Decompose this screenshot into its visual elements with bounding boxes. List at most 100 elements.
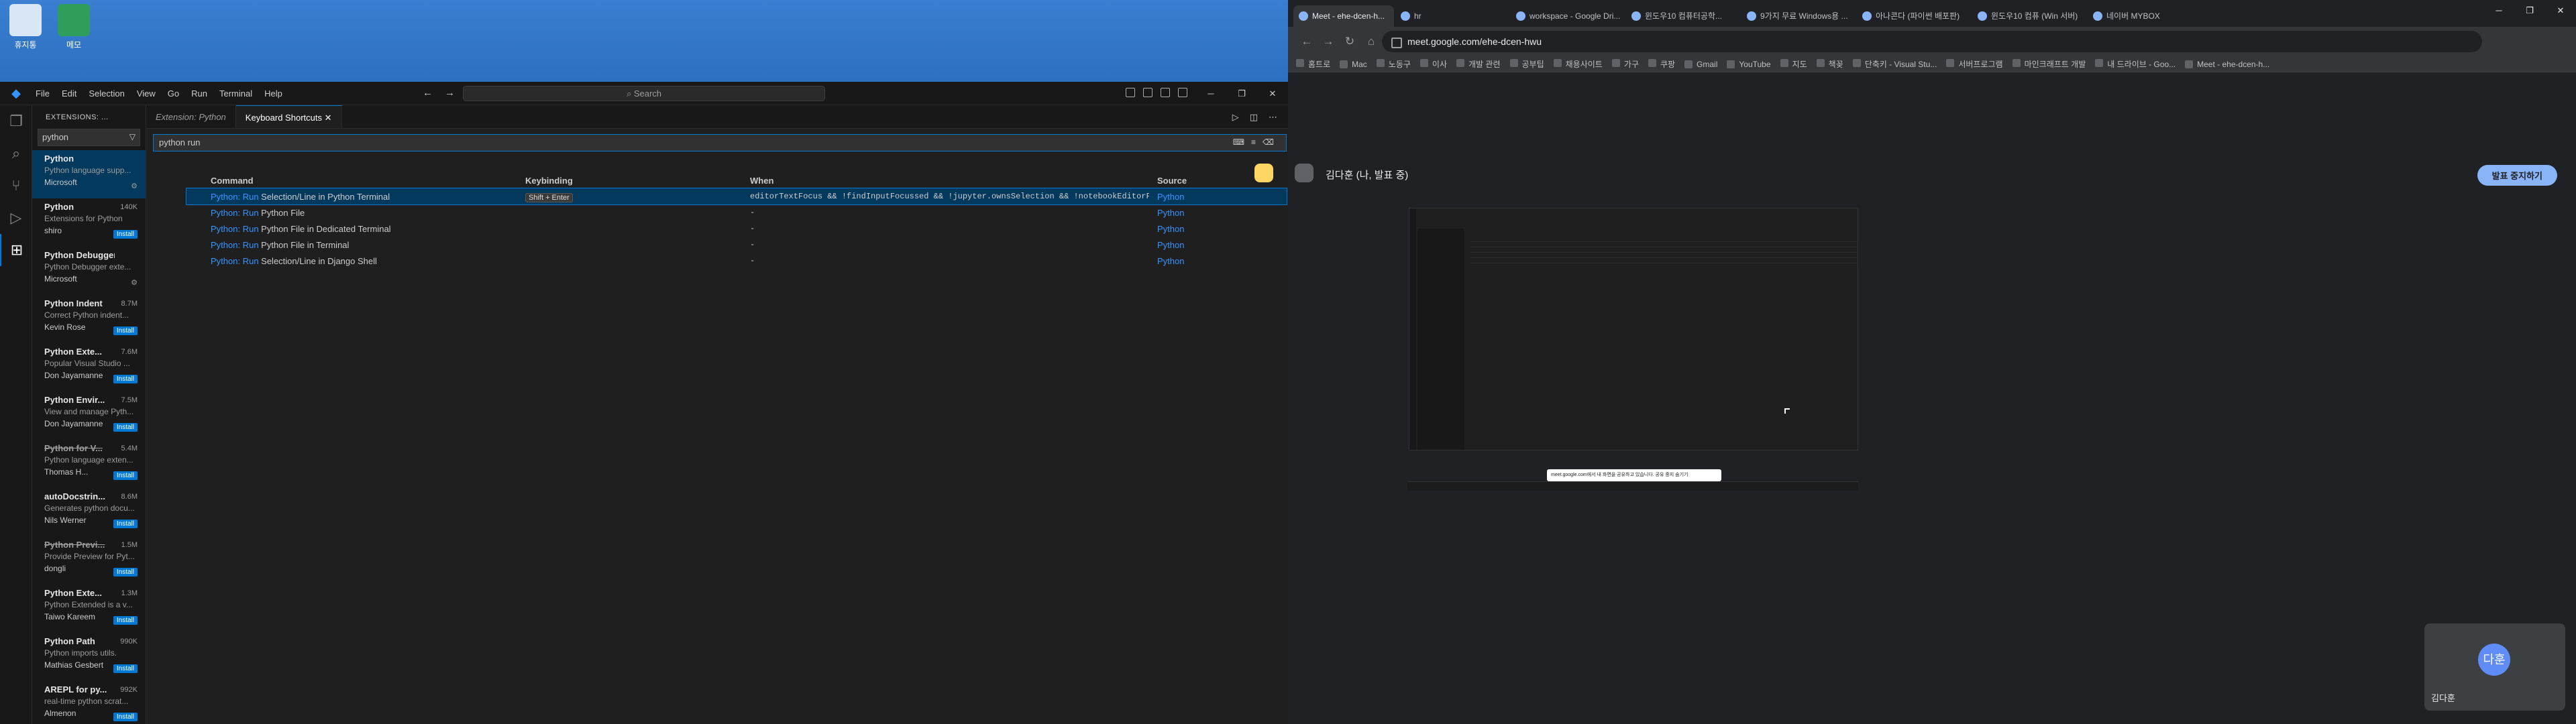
- nav-arrows[interactable]: ←→: [423, 87, 467, 99]
- extension-item[interactable]: Python Path Python imports utils. Mathia…: [32, 633, 146, 681]
- source-control-icon[interactable]: ⑂: [0, 170, 32, 202]
- col-keybinding[interactable]: Keybinding: [525, 176, 750, 186]
- filter-icon[interactable]: ▽: [129, 132, 136, 141]
- menu-go[interactable]: Go: [162, 88, 185, 99]
- extension-item[interactable]: Python Indent Correct Python indent... K…: [32, 295, 146, 343]
- home-icon[interactable]: ⌂: [1360, 35, 1382, 48]
- extension-item[interactable]: Python Envir... View and manage Pyth... …: [32, 391, 146, 440]
- menu-view[interactable]: View: [131, 88, 162, 99]
- run-icon[interactable]: ▷: [1232, 112, 1239, 123]
- menu-help[interactable]: Help: [258, 88, 288, 99]
- extension-item[interactable]: Python Exte... Python Extended is a v...…: [32, 585, 146, 633]
- minimize-icon[interactable]: ─: [2483, 0, 2514, 21]
- manage-gear-icon[interactable]: ⚙: [131, 182, 138, 190]
- browser-tab[interactable]: Meet - ehe-dcen-h...: [1293, 5, 1394, 27]
- manage-gear-icon[interactable]: ⚙: [131, 278, 138, 287]
- explorer-icon[interactable]: ❐: [0, 105, 32, 137]
- bookmark-item[interactable]: 공부팁: [1509, 58, 1544, 70]
- address-bar[interactable]: meet.google.com/ehe-dcen-hwu: [1382, 31, 2482, 52]
- install-button[interactable]: Install: [113, 664, 138, 673]
- menu-run[interactable]: Run: [185, 88, 213, 99]
- table-row[interactable]: Python: Run Selection/Line in Python Ter…: [186, 188, 1287, 205]
- bookmark-item[interactable]: 가구: [1611, 58, 1639, 70]
- bookmark-item[interactable]: Meet - ehe-dcen-h...: [2185, 60, 2269, 69]
- toggle-panel-icon[interactable]: [1143, 88, 1152, 97]
- toggle-secondary-sidebar-icon[interactable]: [1161, 88, 1170, 97]
- customize-layout-icon[interactable]: [1178, 88, 1187, 97]
- restore-icon[interactable]: ❐: [1226, 82, 1257, 105]
- extension-item[interactable]: Python Previ... Provide Preview for Pyt.…: [32, 536, 146, 585]
- browser-tab[interactable]: 네이버 MYBOX: [2088, 5, 2202, 27]
- install-button[interactable]: Install: [113, 326, 138, 335]
- extension-item[interactable]: Python Python language supp... Microsoft…: [32, 150, 146, 198]
- keybinding-search-input[interactable]: python run ⌨≡⌫: [153, 134, 1287, 152]
- col-source[interactable]: Source: [1149, 176, 1270, 186]
- install-button[interactable]: Install: [113, 713, 138, 721]
- menu-terminal[interactable]: Terminal: [213, 88, 258, 99]
- stop-presenting-button[interactable]: 발표 중지하기: [2477, 165, 2557, 186]
- bookmark-item[interactable]: 마인크래프트 개발: [2012, 58, 2086, 70]
- search-icon[interactable]: ⌕: [0, 137, 32, 170]
- extension-item[interactable]: Python Debugger Python Debugger exte... …: [32, 247, 146, 295]
- bookmark-item[interactable]: 지도: [1780, 58, 1807, 70]
- install-button[interactable]: Install: [113, 616, 138, 625]
- install-button[interactable]: Install: [113, 423, 138, 432]
- back-icon[interactable]: ←: [1296, 35, 1318, 48]
- col-command[interactable]: Command: [186, 176, 525, 186]
- run-debug-icon[interactable]: ▷: [0, 202, 32, 234]
- bookmark-item[interactable]: Mac: [1340, 60, 1367, 69]
- restore-icon[interactable]: ❐: [2514, 0, 2545, 21]
- browser-tab[interactable]: hr: [1395, 5, 1509, 27]
- install-button[interactable]: Install: [113, 375, 138, 383]
- bookmark-item[interactable]: 이사: [1419, 58, 1447, 70]
- install-button[interactable]: Install: [113, 471, 138, 480]
- table-row[interactable]: Python: Run Python File in Terminal - Py…: [186, 237, 1287, 253]
- forward-icon[interactable]: →: [1318, 35, 1339, 48]
- command-center-search[interactable]: ⌕ Search: [463, 86, 825, 101]
- keybinding-search-tools[interactable]: ⌨≡⌫: [1233, 137, 1281, 147]
- extension-item[interactable]: AREPL for py... real-time python scrat..…: [32, 681, 146, 724]
- bookmark-item[interactable]: 책꽂: [1816, 58, 1843, 70]
- table-row[interactable]: Python: Run Python File - Python: [186, 204, 1287, 221]
- bookmark-item[interactable]: 홈트로: [1296, 58, 1330, 70]
- tab-keyboard-shortcuts[interactable]: Keyboard Shortcuts ✕: [235, 105, 342, 128]
- browser-tab[interactable]: 아나콘다 (파이썬 배포판): [1857, 5, 1971, 27]
- browser-tab[interactable]: 9가지 무료 Windows용 ...: [1741, 5, 1856, 27]
- install-button[interactable]: Install: [113, 520, 138, 528]
- tab-extension-python[interactable]: Extension: Python: [146, 105, 236, 128]
- bookmark-item[interactable]: 단축키 - Visual Stu...: [1852, 58, 1937, 70]
- menu-file[interactable]: File: [30, 88, 56, 99]
- extension-item[interactable]: Python Exte... Popular Visual Studio ...…: [32, 343, 146, 391]
- install-button[interactable]: Install: [113, 568, 138, 577]
- bookmark-item[interactable]: 개발 관련: [1456, 58, 1501, 70]
- split-editor-icon[interactable]: ◫: [1250, 112, 1258, 123]
- minimize-icon[interactable]: ─: [1195, 82, 1226, 105]
- bookmark-item[interactable]: 노동구: [1376, 58, 1411, 70]
- close-icon[interactable]: ✕: [2545, 0, 2576, 21]
- menu-selection[interactable]: Selection: [83, 88, 130, 99]
- bookmark-item[interactable]: 채용사이트: [1553, 58, 1603, 70]
- install-button[interactable]: Install: [113, 230, 138, 239]
- close-tab-icon[interactable]: ✕: [325, 113, 332, 123]
- recycle-bin-shortcut[interactable]: 휴지통: [5, 4, 46, 50]
- col-when[interactable]: When: [750, 176, 1149, 186]
- bookmark-item[interactable]: 쿠팡: [1648, 58, 1675, 70]
- browser-tab[interactable]: 윈도우10 컴퓨터공학...: [1626, 5, 1740, 27]
- extension-item[interactable]: Python for V... Python language exten...…: [32, 440, 146, 488]
- table-row[interactable]: Python: Run Selection/Line in Django She…: [186, 253, 1287, 269]
- toggle-sidebar-icon[interactable]: [1126, 88, 1135, 97]
- more-actions-icon[interactable]: ⋯: [1269, 112, 1277, 123]
- browser-tab[interactable]: 윈도우10 컴퓨 (Win 서버): [1972, 5, 2086, 27]
- bookmark-item[interactable]: YouTube: [1727, 60, 1771, 69]
- bookmark-item[interactable]: 내 드라이브 - Goo...: [2095, 58, 2176, 70]
- extension-item[interactable]: Python Extensions for Python shiro 140K I…: [32, 198, 146, 247]
- reload-icon[interactable]: ↻: [1339, 35, 1360, 48]
- extensions-search-input[interactable]: python ▽: [38, 129, 140, 146]
- extensions-icon[interactable]: ⊞: [0, 234, 32, 266]
- memo-shortcut[interactable]: 메모: [54, 4, 94, 50]
- bookmark-item[interactable]: 서버프로그램: [1946, 58, 2003, 70]
- menu-edit[interactable]: Edit: [56, 88, 83, 99]
- table-row[interactable]: Python: Run Python File in Dedicated Ter…: [186, 221, 1287, 237]
- browser-tab[interactable]: workspace - Google Dri...: [1511, 5, 1625, 27]
- extension-item[interactable]: autoDocstrin... Generates python docu...…: [32, 488, 146, 536]
